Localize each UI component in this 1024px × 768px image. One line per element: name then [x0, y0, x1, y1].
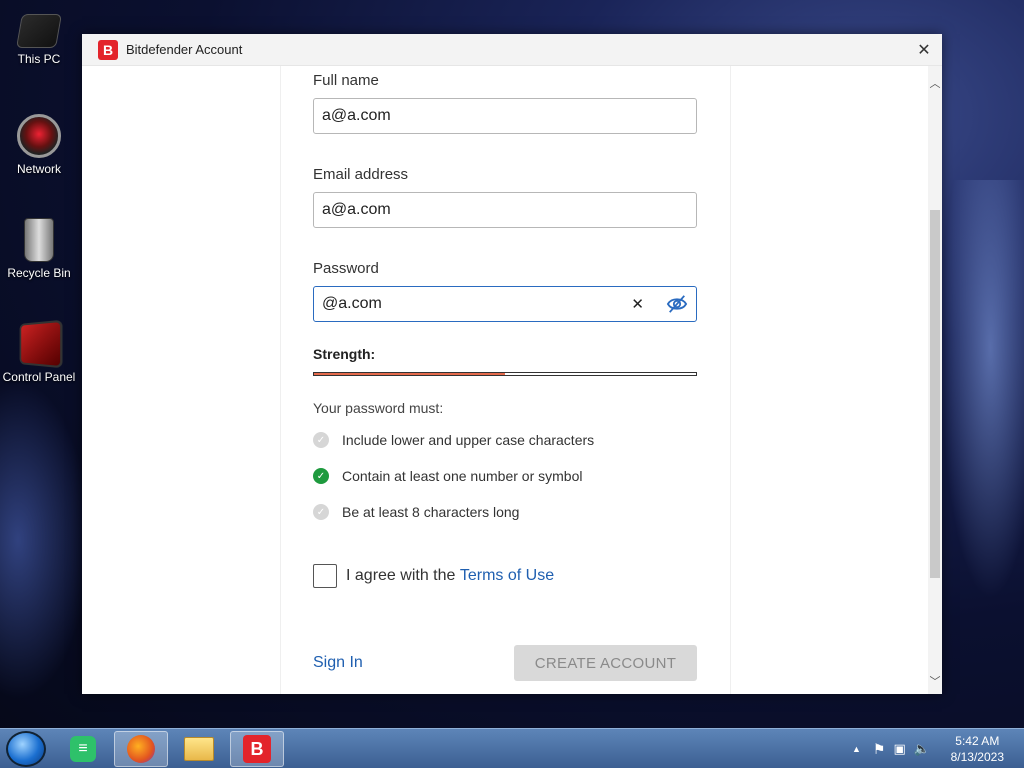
action-center-flag-icon[interactable]: ⚑ [873, 741, 886, 758]
control-panel-icon [19, 319, 63, 369]
window-titlebar[interactable]: B Bitdefender Account [82, 34, 942, 66]
password-label: Password [313, 260, 379, 277]
email-value: a@a.com [322, 201, 391, 218]
requirements-heading: Your password must: [313, 400, 444, 416]
strength-label: Strength: [313, 346, 376, 362]
sign-in-link[interactable]: Sign In [313, 654, 363, 672]
strength-meter [313, 372, 697, 376]
terms-prefix-text: I agree with the [346, 567, 460, 584]
requirement-check-icon: ✓ [313, 432, 329, 448]
wallpaper-nebula [0, 380, 90, 700]
volume-icon[interactable]: 🔈 [914, 741, 930, 757]
email-field[interactable]: a@a.com [313, 192, 697, 228]
scrollbar-thumb[interactable] [930, 210, 940, 578]
notes-icon: ≡ [70, 736, 96, 762]
desktop-icon-label: This PC [17, 52, 61, 66]
full-name-value: a@a.com [322, 107, 391, 124]
taskbar-clock[interactable]: 5:42 AM 8/13/2023 [951, 733, 1004, 765]
terms-of-use-link[interactable]: Terms of Use [460, 567, 554, 585]
system-tray: ▲ ⚑ ▣ 🔈 [852, 729, 930, 768]
email-label: Email address [313, 166, 409, 183]
desktop-icon-label: Recycle Bin [7, 266, 71, 280]
computer-icon [16, 14, 62, 48]
desktop-icon-network[interactable]: Network [0, 114, 78, 176]
strength-meter-fill [314, 373, 505, 375]
firefox-icon [127, 735, 155, 763]
requirement-text: Include lower and upper case characters [342, 432, 595, 448]
desktop-icon-recycle-bin[interactable]: Recycle Bin [0, 218, 78, 280]
terms-checkbox[interactable] [313, 564, 337, 588]
desktop-icon-label: Control Panel [2, 370, 76, 384]
start-button[interactable] [6, 731, 46, 767]
requirement-check-icon: ✓ [313, 504, 329, 520]
folder-icon [184, 737, 214, 761]
create-account-button[interactable]: CREATE ACCOUNT [514, 645, 697, 681]
password-field[interactable]: @a.com ✕ [313, 286, 697, 322]
show-hidden-icons-icon[interactable]: ▲ [852, 744, 861, 754]
window-title: Bitdefender Account [126, 42, 243, 57]
requirement-item: ✓ Be at least 8 characters long [313, 504, 519, 520]
clock-time: 5:42 AM [955, 734, 1000, 748]
full-name-label: Full name [313, 72, 379, 89]
network-icon [17, 114, 61, 158]
bitdefender-account-window: B Bitdefender Account ✕ Full name a@a.co… [82, 34, 942, 694]
clock-date: 8/13/2023 [950, 750, 1004, 764]
recycle-bin-icon [24, 218, 54, 262]
column-divider [730, 66, 731, 694]
desktop-icon-control-panel[interactable]: Control Panel [0, 319, 78, 384]
clear-icon[interactable]: ✕ [631, 295, 644, 313]
taskbar-firefox[interactable] [114, 731, 168, 767]
requirement-item: ✓ Include lower and upper case character… [313, 432, 594, 448]
wallpaper-nebula [940, 180, 1024, 600]
password-value: @a.com [322, 295, 382, 312]
requirement-text: Contain at least one number or symbol [342, 468, 583, 484]
vertical-scrollbar[interactable]: ︿ ﹀ [928, 66, 942, 694]
scroll-up-icon[interactable]: ︿ [928, 74, 942, 92]
terms-agreement: I agree with the Terms of Use [313, 564, 554, 588]
requirement-text: Be at least 8 characters long [342, 504, 520, 520]
bitdefender-icon: B [243, 735, 271, 763]
column-divider [280, 66, 281, 694]
requirement-item: ✓ Contain at least one number or symbol [313, 468, 582, 484]
taskbar: ≡ B ▲ ⚑ ▣ 🔈 5:42 AM 8/13/2023 [0, 728, 1024, 768]
eye-slash-icon[interactable] [666, 294, 688, 314]
desktop-icon-label: Network [16, 162, 61, 176]
scroll-down-icon[interactable]: ﹀ [928, 672, 942, 690]
taskbar-file-explorer[interactable] [172, 731, 226, 767]
full-name-field[interactable]: a@a.com [313, 98, 697, 134]
taskbar-bitdefender[interactable]: B [230, 731, 284, 767]
network-tray-icon[interactable]: ▣ [893, 741, 905, 757]
taskbar-notes-app[interactable]: ≡ [56, 731, 110, 767]
requirement-check-icon: ✓ [313, 468, 329, 484]
account-form-panel: Full name a@a.com Email address a@a.com … [82, 66, 928, 694]
desktop-icon-this-pc[interactable]: This PC [0, 8, 78, 66]
bitdefender-logo-icon: B [98, 39, 118, 60]
close-button[interactable]: ✕ [914, 40, 934, 60]
